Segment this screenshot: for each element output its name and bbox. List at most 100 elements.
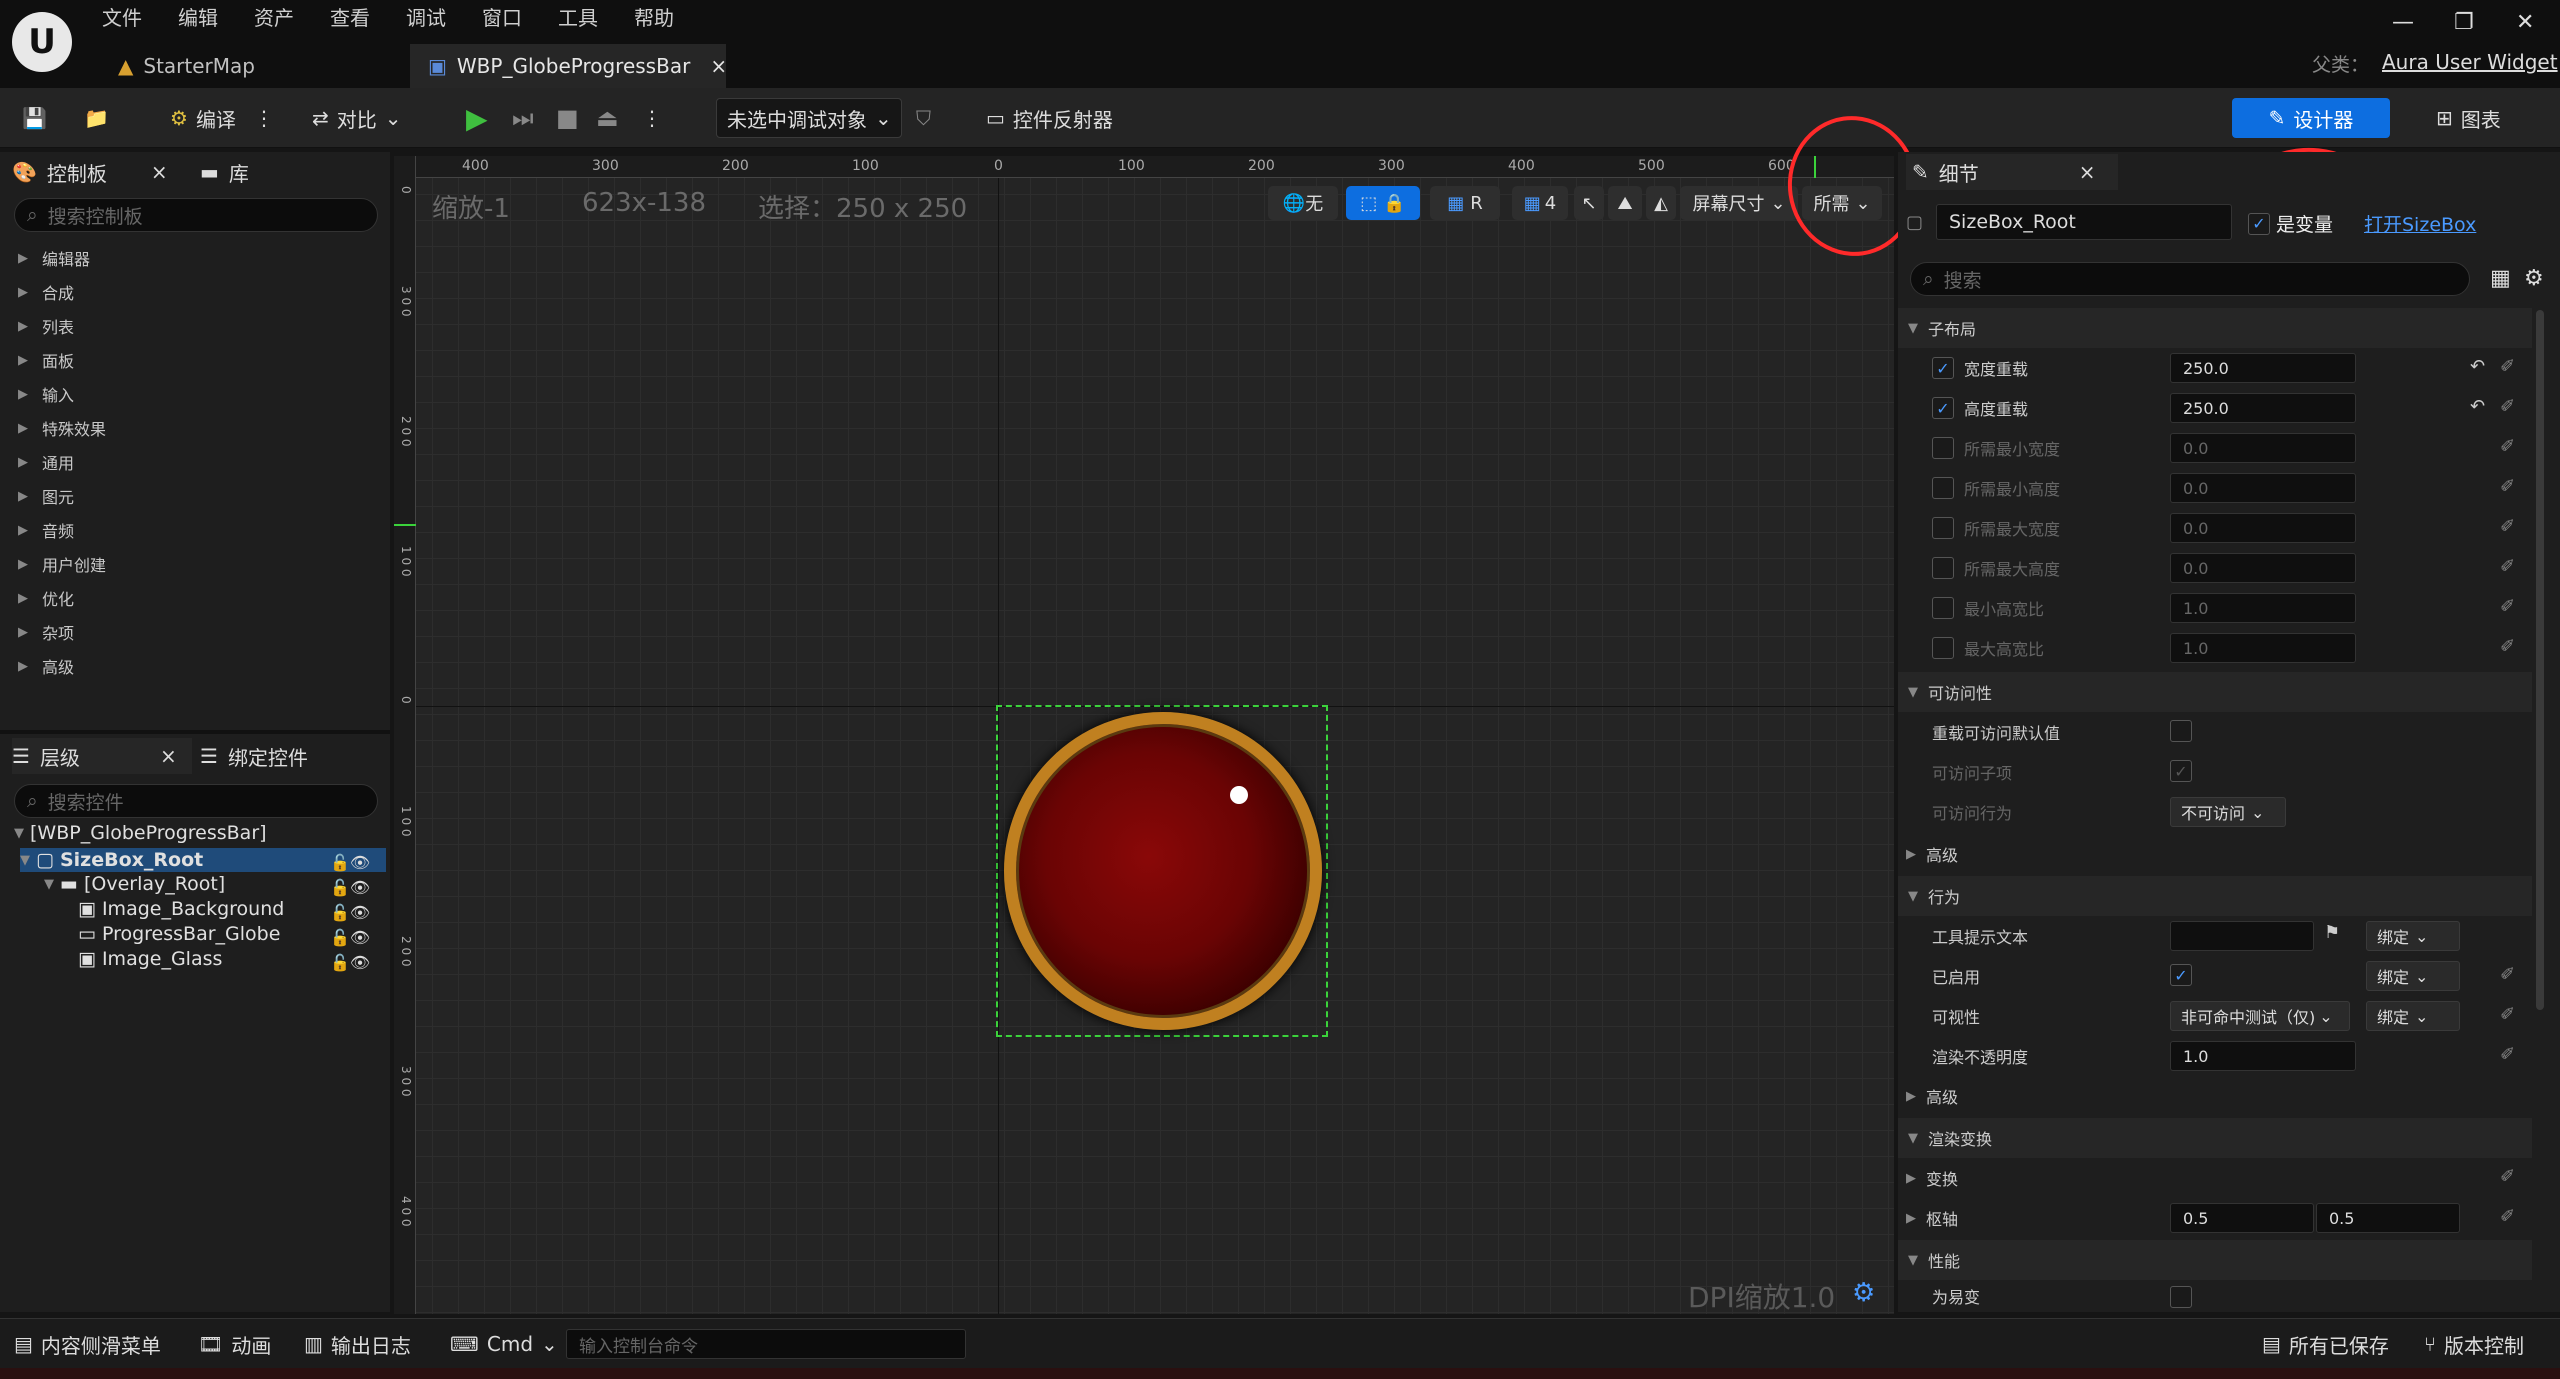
close-icon[interactable]: × [160,744,177,768]
bind-pin-icon[interactable]: ✐ [2500,516,2515,537]
tree-item-overlay[interactable]: ▼ ▬ [Overlay_Root] [44,873,225,895]
details-search-input[interactable]: ⌕ 搜索 [1910,262,2470,296]
bind-pin-icon[interactable]: ✐ [2500,476,2515,497]
checkmark-icon[interactable]: ✓ [2170,760,2192,782]
menu-tools[interactable]: 工具 [558,2,598,31]
widget-name-input[interactable]: SizeBox_Root [1936,204,2232,240]
menu-file[interactable]: 文件 [102,2,142,31]
save-all-button[interactable]: ▤ 所有已保存 [2262,1329,2389,1359]
parent-class-link[interactable]: Aura User Widget [2382,50,2558,74]
browse-icon[interactable]: 📁 [84,98,109,138]
checkbox[interactable] [1932,597,1954,619]
designer-canvas[interactable] [394,156,1894,1314]
tab-bind-widgets[interactable]: ☰ 绑定控件 [200,738,308,774]
respect-locks-button[interactable]: ▦ R [1430,186,1500,220]
min-aspect-input[interactable]: 1.0 [2170,593,2356,623]
menu-help[interactable]: 帮助 [634,2,674,31]
tree-item[interactable]: ▣ Image_Glass [78,948,222,970]
flip-icon[interactable]: ◭ [1646,186,1676,220]
section-advanced[interactable]: ▶ 高级 [1906,834,2528,874]
compile-button[interactable]: ⚙ 编译 ⋮ [170,98,274,138]
width-override-input[interactable]: 250.0 [2170,353,2356,383]
max-aspect-input[interactable]: 1.0 [2170,633,2356,663]
reset-icon[interactable]: ↶ [2470,396,2485,417]
more-icon[interactable]: ⋮ [642,98,662,138]
graph-button[interactable]: ⊞ 图表 [2436,98,2501,138]
restore-icon[interactable]: ❐ [2454,10,2474,35]
save-icon[interactable]: 💾 [22,98,47,138]
checkmark-icon[interactable]: ✓ [1932,357,1954,379]
splitter[interactable] [0,730,390,734]
menu-window[interactable]: 窗口 [482,2,522,31]
checkbox[interactable] [1932,557,1954,579]
visibility-bind-select[interactable]: 绑定 ⌄ [2366,1001,2460,1031]
menu-edit[interactable]: 编辑 [178,2,218,31]
pivot-y-input[interactable]: 0.5 [2316,1203,2460,1233]
designer-button[interactable]: ✎ 设计器 [2232,98,2390,138]
grid-snap-button[interactable]: ▦ 4 [1512,186,1568,220]
more-icon[interactable]: ⋮ [254,106,274,130]
bind-pin-icon[interactable]: ✐ [2500,964,2515,985]
pivot-x-input[interactable]: 0.5 [2170,1203,2314,1233]
bind-pin-icon[interactable]: ✐ [2500,596,2515,617]
checkmark-icon[interactable]: ✓ [1932,397,1954,419]
checkbox[interactable] [1932,517,1954,539]
checkmark-icon[interactable]: ✓ [2170,964,2192,986]
checkbox[interactable] [1932,437,1954,459]
animation-button[interactable]: 🎞 动画 [198,1329,271,1359]
close-icon[interactable]: × [151,160,168,184]
tab-details[interactable]: ✎ 细节 × [1906,154,2118,190]
hierarchy-search-input[interactable]: ⌕ 搜索控件 [14,784,378,818]
bind-pin-icon[interactable]: ✐ [2500,436,2515,457]
section-accessibility[interactable]: ▼ 可访问性 [1898,672,2532,712]
details-scrollbar[interactable] [2536,310,2544,1010]
gear-icon[interactable]: ⚙ [2524,266,2544,291]
max-desired-height-input[interactable]: 0.0 [2170,553,2356,583]
bind-pin-icon[interactable]: ✐ [2500,1044,2515,1065]
globe-button[interactable]: 🌐 无 [1268,186,1338,220]
play-icon[interactable]: ▶ [466,98,488,138]
palette-category[interactable]: ▶ 音频 [18,518,74,542]
palette-category[interactable]: ▶ 通用 [18,450,74,474]
palette-category[interactable]: ▶ 特殊效果 [18,416,106,440]
lock-button[interactable]: ⬚ 🔒 [1346,186,1420,220]
override-access-checkbox[interactable] [2170,720,2192,742]
debug-filter-icon[interactable]: ⛉ [916,98,931,138]
palette-category[interactable]: ▶ 高级 [18,654,74,678]
bind-pin-icon[interactable]: ✐ [2500,1166,2515,1187]
unreal-logo-icon[interactable]: U [12,12,72,72]
opacity-input[interactable]: 1.0 [2170,1041,2356,1071]
tab-widget[interactable]: ▣ WBP_GlobeProgressBar × [410,44,727,88]
is-variable-checkbox[interactable]: ✓ 是变量 [2248,210,2333,237]
tooltip-bind-select[interactable]: 绑定 ⌄ [2366,921,2460,951]
tab-library[interactable]: ▬ 库 [200,154,249,190]
flag-icon[interactable]: ⚑ [2324,922,2340,943]
screen-size-select[interactable]: 屏幕尺寸 ⌄ [1680,186,1798,220]
palette-category[interactable]: ▶ 图元 [18,484,74,508]
palette-category[interactable]: ▶ 用户创建 [18,552,106,576]
palette-category[interactable]: ▶ 编辑器 [18,246,90,270]
access-behavior-select[interactable]: 不可访问 ⌄ [2170,797,2286,827]
cursor-icon[interactable]: ↖ [1574,186,1604,220]
palette-category[interactable]: ▶ 列表 [18,314,74,338]
palette-category[interactable]: ▶ 优化 [18,586,74,610]
tree-item[interactable]: ▭ ProgressBar_Globe [78,923,280,945]
max-desired-width-input[interactable]: 0.0 [2170,513,2356,543]
menu-debug[interactable]: 调试 [406,2,446,31]
tree-lock-eye-icons[interactable]: 🔓👁 🔓👁 🔓👁 🔓👁 🔓👁 [330,850,370,975]
palette-category[interactable]: ▶ 面板 [18,348,74,372]
prop-transform[interactable]: ▶ 变换 [1906,1158,2528,1198]
bind-pin-icon[interactable]: ✐ [2500,1004,2515,1025]
min-desired-width-input[interactable]: 0.0 [2170,433,2356,463]
minimize-icon[interactable]: — [2392,10,2414,35]
eject-icon[interactable]: ⏏ [596,98,619,138]
enabled-bind-select[interactable]: 绑定 ⌄ [2366,961,2460,991]
section-render-transform[interactable]: ▼ 渲染变换 [1898,1118,2532,1158]
stop-icon[interactable]: ■ [556,98,579,138]
volatile-checkbox[interactable] [2170,1286,2192,1308]
tooltip-input[interactable] [2170,921,2314,951]
globe-progress-image[interactable] [1004,712,1322,1030]
bind-pin-icon[interactable]: ✐ [2500,356,2515,377]
height-override-input[interactable]: 250.0 [2170,393,2356,423]
checkbox[interactable] [1932,477,1954,499]
